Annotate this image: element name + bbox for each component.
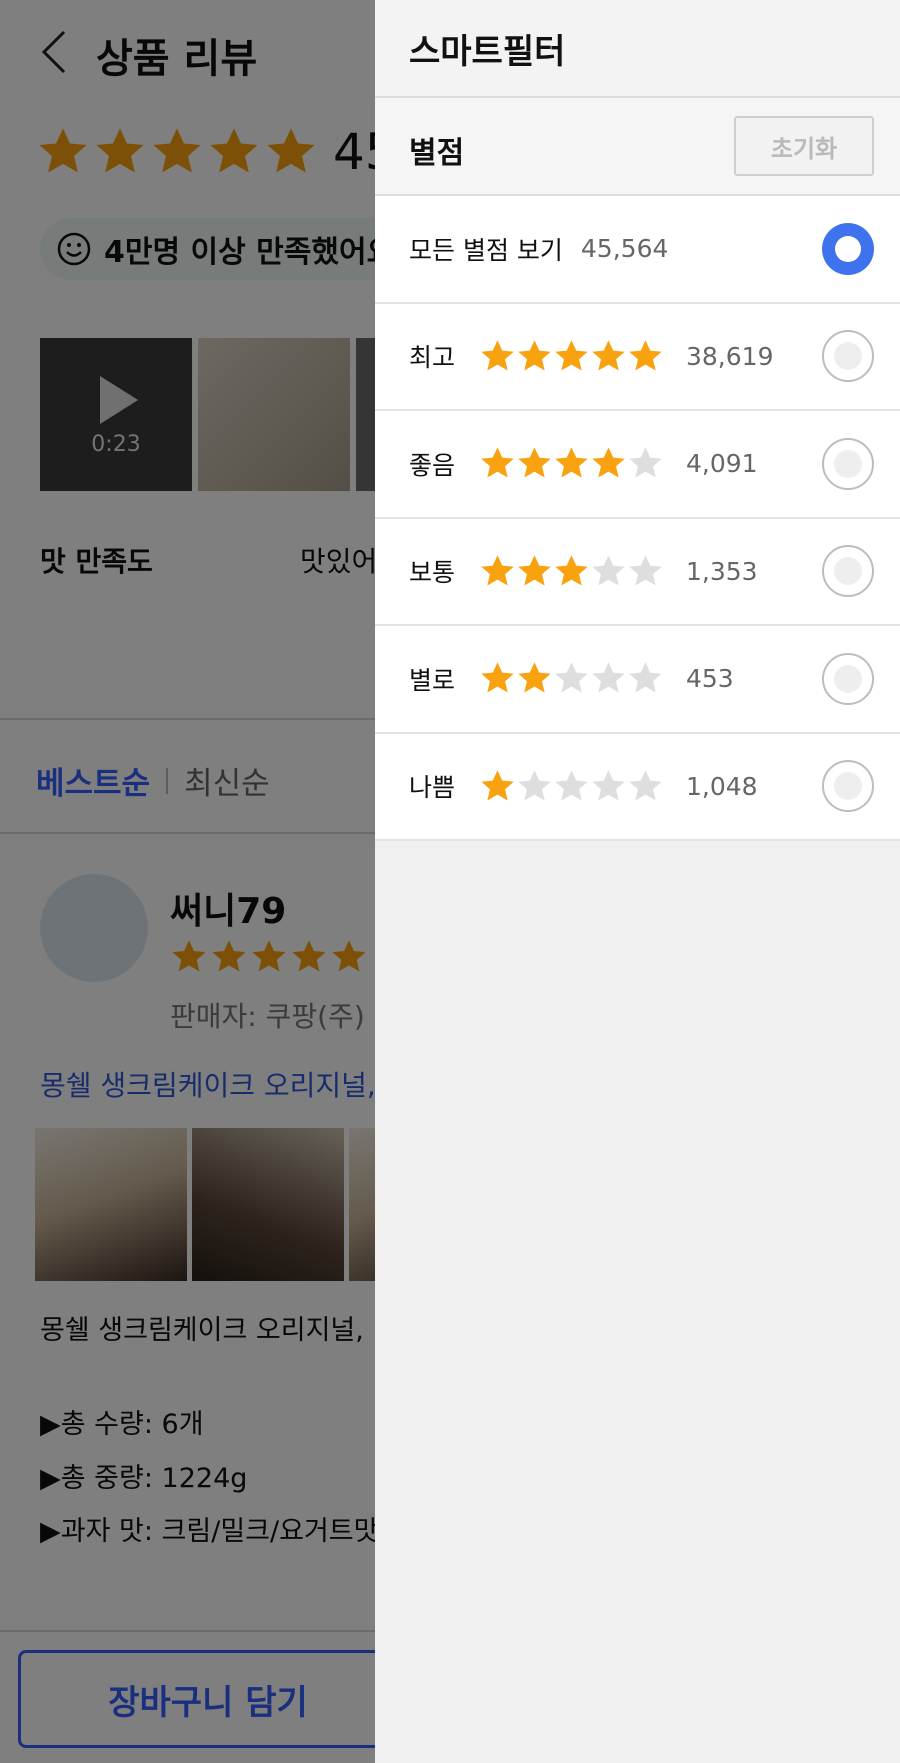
radio-button[interactable]: [822, 760, 874, 813]
option-label: 최고: [409, 343, 456, 373]
star-empty-icon: [629, 447, 662, 478]
option-count: 453: [686, 664, 734, 694]
radio-button[interactable]: [822, 437, 874, 490]
option-stars: [479, 768, 664, 805]
rating-option-average[interactable]: 보통 1,353: [375, 519, 900, 626]
star-filled-icon: [629, 340, 662, 371]
star-empty-icon: [592, 662, 625, 693]
smart-filter-drawer: 스마트필터 별점 초기화 모든 별점 보기 45,564 최고 38,619 좋…: [375, 0, 900, 1763]
star-empty-icon: [629, 770, 662, 801]
star-filled-icon: [592, 340, 625, 371]
option-stars: [479, 445, 664, 482]
star-filled-icon: [555, 555, 588, 586]
star-empty-icon: [629, 555, 662, 586]
star-empty-icon: [518, 770, 551, 801]
option-label: 나쁨: [409, 773, 456, 803]
star-empty-icon: [592, 555, 625, 586]
star-filled-icon: [592, 447, 625, 478]
option-count: 4,091: [686, 449, 758, 479]
radio-button[interactable]: [822, 330, 874, 383]
star-empty-icon: [555, 770, 588, 801]
radio-dot: [834, 664, 862, 693]
star-filled-icon: [518, 555, 551, 586]
drawer-header: 스마트필터: [375, 0, 900, 98]
star-filled-icon: [555, 447, 588, 478]
star-filled-icon: [518, 447, 551, 478]
star-filled-icon: [518, 662, 551, 693]
radio-button[interactable]: [822, 222, 874, 275]
radio-dot: [834, 342, 862, 371]
star-filled-icon: [555, 340, 588, 371]
option-count: 38,619: [686, 341, 774, 371]
rating-option-best[interactable]: 최고 38,619: [375, 304, 900, 411]
star-filled-icon: [481, 447, 514, 478]
rating-options: 모든 별점 보기 45,564 최고 38,619 좋음 4,091 보통 1,…: [375, 196, 900, 841]
rating-option-poor[interactable]: 별로 453: [375, 626, 900, 734]
option-label: 좋음: [409, 450, 456, 480]
star-filled-icon: [481, 770, 514, 801]
star-empty-icon: [555, 662, 588, 693]
option-count: 1,353: [686, 556, 758, 586]
star-filled-icon: [518, 340, 551, 371]
option-label: 보통: [409, 558, 456, 588]
option-stars: [479, 660, 664, 697]
reset-button[interactable]: 초기화: [734, 116, 874, 176]
option-stars: [479, 338, 664, 375]
radio-button[interactable]: [822, 545, 874, 598]
option-label: 모든 별점 보기: [409, 235, 563, 265]
star-empty-icon: [629, 662, 662, 693]
option-stars: [479, 553, 664, 590]
rating-option-good[interactable]: 좋음 4,091: [375, 411, 900, 519]
radio-dot: [834, 557, 862, 586]
rating-section-header: 별점 초기화: [375, 98, 900, 196]
radio-dot: [834, 449, 862, 478]
star-empty-icon: [592, 770, 625, 801]
option-count: 45,564: [580, 234, 669, 264]
radio-dot: [834, 772, 862, 801]
drawer-title: 스마트필터: [409, 31, 566, 72]
star-filled-icon: [481, 555, 514, 586]
radio-button[interactable]: [822, 652, 874, 705]
option-count: 1,048: [686, 771, 758, 801]
section-title: 별점: [409, 136, 465, 171]
rating-option-bad[interactable]: 나쁨 1,048: [375, 734, 900, 841]
star-filled-icon: [481, 340, 514, 371]
radio-dot: [835, 235, 861, 262]
star-filled-icon: [481, 662, 514, 693]
option-label: 별로: [409, 665, 456, 695]
rating-option-all[interactable]: 모든 별점 보기 45,564: [375, 196, 900, 304]
